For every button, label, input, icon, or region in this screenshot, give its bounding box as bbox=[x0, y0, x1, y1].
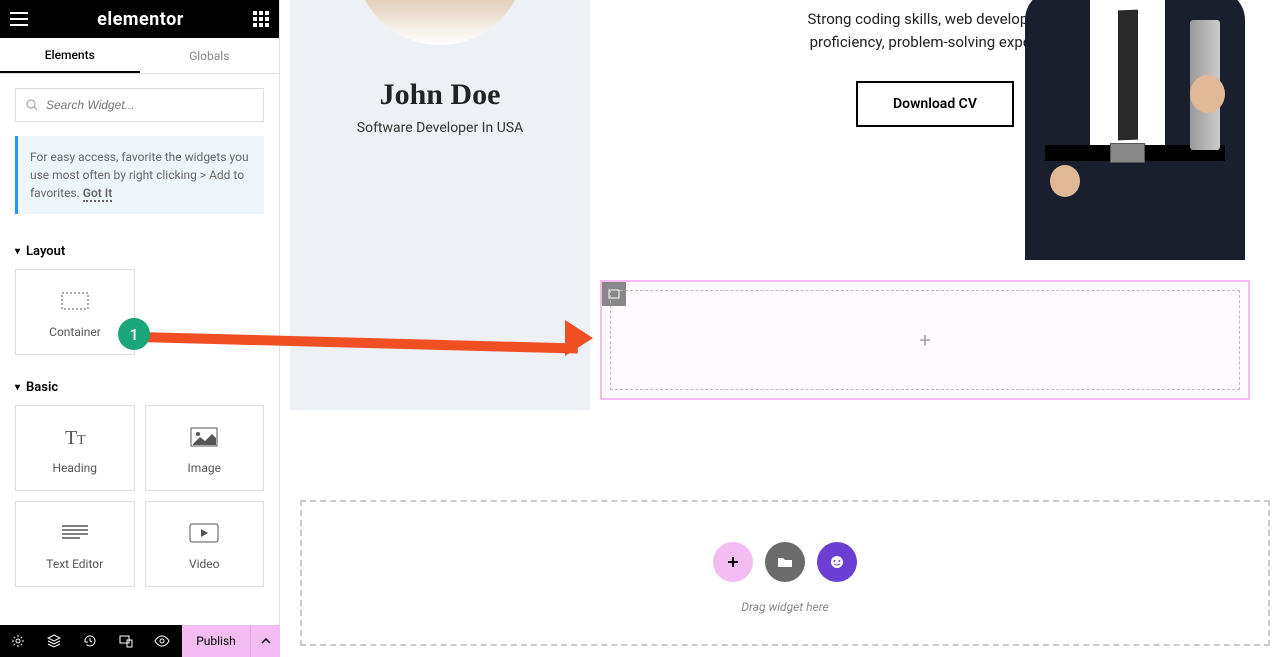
add-section-button[interactable] bbox=[713, 542, 753, 582]
search-input[interactable] bbox=[46, 98, 253, 112]
search-icon bbox=[26, 99, 38, 111]
video-icon bbox=[189, 517, 219, 549]
search-box[interactable] bbox=[15, 88, 264, 122]
heading-icon: TT bbox=[61, 421, 89, 453]
preview-icon[interactable] bbox=[144, 625, 180, 657]
history-icon[interactable] bbox=[72, 625, 108, 657]
widget-text-editor[interactable]: Text Editor bbox=[15, 501, 135, 587]
tip-got-it[interactable]: Got It bbox=[83, 186, 112, 202]
widget-label: Text Editor bbox=[46, 557, 103, 571]
svg-text:T: T bbox=[77, 433, 86, 448]
avatar bbox=[355, 0, 525, 45]
container-icon bbox=[61, 285, 89, 317]
sidebar-footer: Publish bbox=[0, 625, 280, 657]
layers-icon[interactable] bbox=[36, 625, 72, 657]
publish-button[interactable]: Publish bbox=[182, 625, 250, 657]
tip-text: For easy access, favorite the widgets yo… bbox=[30, 150, 249, 200]
widget-label: Heading bbox=[52, 461, 97, 475]
apps-icon[interactable] bbox=[253, 11, 269, 27]
sidebar: elementor Elements Globals For easy acce… bbox=[0, 0, 280, 657]
container-dropzone[interactable]: + bbox=[600, 280, 1250, 400]
image-icon bbox=[190, 421, 218, 453]
publish-caret[interactable] bbox=[250, 625, 280, 657]
section-basic[interactable]: Basic bbox=[0, 370, 279, 405]
folder-button[interactable] bbox=[765, 542, 805, 582]
widget-dropzone[interactable]: Drag widget here bbox=[300, 500, 1270, 646]
widget-heading[interactable]: TT Heading bbox=[15, 405, 135, 491]
download-cv-button[interactable]: Download CV bbox=[856, 81, 1014, 127]
hero-image bbox=[995, 0, 1270, 260]
section-layout[interactable]: Layout bbox=[0, 234, 279, 269]
profile-name: John Doe bbox=[290, 78, 590, 112]
profile-role: Software Developer In USA bbox=[290, 120, 590, 136]
tabs: Elements Globals bbox=[0, 38, 279, 74]
menu-icon[interactable] bbox=[10, 12, 28, 26]
plus-icon[interactable]: + bbox=[919, 328, 930, 352]
tab-globals[interactable]: Globals bbox=[140, 38, 280, 73]
widget-label: Video bbox=[189, 557, 220, 571]
drag-hint: Drag widget here bbox=[302, 600, 1268, 614]
profile-column: John Doe Software Developer In USA bbox=[290, 0, 590, 410]
responsive-icon[interactable] bbox=[108, 625, 144, 657]
settings-icon[interactable] bbox=[0, 625, 36, 657]
widget-image[interactable]: Image bbox=[145, 405, 265, 491]
container-inner[interactable]: + bbox=[610, 290, 1240, 390]
sidebar-header: elementor bbox=[0, 0, 279, 38]
tab-elements[interactable]: Elements bbox=[0, 38, 140, 73]
text-editor-icon bbox=[62, 517, 88, 549]
widget-container[interactable]: Container bbox=[15, 269, 135, 355]
widget-label: Image bbox=[188, 461, 221, 475]
widget-video[interactable]: Video bbox=[145, 501, 265, 587]
widget-label: Container bbox=[49, 325, 101, 339]
tip-box: For easy access, favorite the widgets yo… bbox=[15, 136, 264, 214]
logo: elementor bbox=[97, 9, 184, 30]
ai-button[interactable] bbox=[817, 542, 857, 582]
svg-text:T: T bbox=[65, 427, 77, 448]
canvas: John Doe Software Developer In USA Stron… bbox=[280, 0, 1280, 657]
